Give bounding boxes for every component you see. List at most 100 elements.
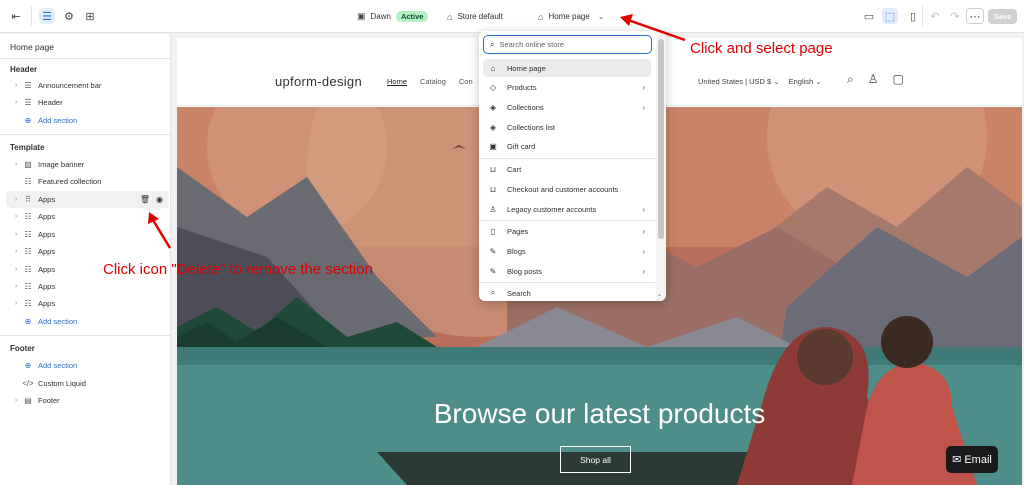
dropdown-item-pages[interactable]: ▯ Pages ›	[483, 222, 651, 240]
chevron-right-icon[interactable]: ›	[10, 231, 22, 238]
sidebar-item-apps[interactable]: › ☷ Apps	[0, 243, 171, 260]
chevron-right-icon: ›	[642, 204, 645, 214]
chevron-right-icon[interactable]: ›	[10, 248, 22, 255]
sidebar-item-announcement-bar[interactable]: › ☰ Announcement bar	[0, 77, 171, 94]
dropdown-item-blog-posts[interactable]: ✎ Blog posts ›	[483, 262, 651, 280]
chevron-right-icon[interactable]: ›	[10, 196, 22, 203]
chevron-right-icon[interactable]: ›	[10, 82, 22, 89]
add-section-button[interactable]: ⊕ Add section	[0, 357, 171, 374]
language-selector[interactable]: English ⌄	[789, 77, 822, 86]
cart-icon[interactable]: ▢	[893, 72, 904, 87]
country-selector[interactable]: United States | USD $ ⌄	[698, 77, 780, 86]
store-nav: Home Catalog Con	[387, 77, 473, 86]
undo-icon[interactable]: ↶	[927, 8, 943, 24]
dropdown-item-checkout[interactable]: ⊔ Checkout and customer accounts	[483, 180, 651, 198]
nav-home[interactable]: Home	[387, 77, 407, 86]
sidebar-item-label: Apps	[38, 230, 56, 239]
search-input[interactable]: ⌕ Search online store	[483, 35, 652, 54]
chevron-right-icon[interactable]: ›	[10, 397, 22, 404]
dropdown-item-collections[interactable]: ◈ Collections ›	[483, 98, 651, 116]
chevron-right-icon[interactable]: ›	[10, 300, 22, 307]
chevron-right-icon[interactable]: ›	[10, 161, 22, 168]
sidebar-item-image-banner[interactable]: › ▨ Image banner	[0, 156, 171, 173]
sidebar-item-featured-collection[interactable]: ☷ Featured collection	[0, 173, 171, 190]
dropdown-item-label: Home page	[507, 63, 546, 73]
save-button[interactable]: Save	[988, 9, 1017, 24]
dropdown-item-blogs[interactable]: ✎ Blogs ›	[483, 242, 651, 260]
chevron-right-icon[interactable]: ›	[10, 213, 22, 220]
mail-icon: ✉	[952, 454, 962, 466]
section-icon: ☰	[24, 81, 32, 90]
nav-contact[interactable]: Con	[459, 77, 473, 86]
sections-icon[interactable]: ☰	[39, 8, 55, 24]
desktop-icon[interactable]: ▭	[861, 8, 877, 24]
apps-icon: ☷	[24, 299, 32, 308]
add-section-button[interactable]: ⊕ Add section	[0, 112, 171, 129]
home-icon: ⌂	[490, 63, 496, 73]
page-dropdown: ⌕ Search online store ⌂ Home page ◇ Produc…	[479, 31, 666, 301]
sidebar-item-apps[interactable]: › ☷ Apps	[0, 226, 171, 243]
blog-icon: ✎	[489, 246, 497, 256]
redo-icon[interactable]: ↷	[947, 8, 963, 24]
eye-icon[interactable]: ◉	[156, 195, 163, 204]
page-selector[interactable]: ⌂ Home page ⌄	[538, 0, 605, 33]
dropdown-item-label: Collections list	[507, 122, 555, 132]
dropdown-item-collections-list[interactable]: ◈ Collections list	[483, 118, 651, 136]
search-icon[interactable]: ⌕	[847, 72, 854, 87]
section-heading-header: Header	[10, 65, 38, 74]
drag-handle-icon[interactable]: ⠿	[22, 195, 34, 204]
sidebar-item-label: Apps	[38, 212, 56, 221]
search-icon: ⌕	[490, 288, 496, 297]
chevron-right-icon[interactable]: ›	[10, 99, 22, 106]
dropdown-item-label: Pages	[507, 226, 529, 236]
nav-catalog[interactable]: Catalog	[420, 77, 446, 86]
dropdown-item-legacy-accounts[interactable]: ♙ Legacy customer accounts ›	[483, 200, 651, 218]
sidebar-item-apps[interactable]: › ☷ Apps	[0, 208, 171, 225]
store-icon: ⌂	[447, 11, 453, 22]
sidebar-item-apps[interactable]: › ☷ Apps	[0, 295, 171, 312]
dropdown-item-label: Blogs	[507, 246, 526, 256]
shop-all-button[interactable]: Shop all	[560, 446, 631, 473]
chevron-right-icon: ›	[642, 226, 645, 236]
dropdown-item-search[interactable]: ⌕ Search	[483, 284, 651, 301]
chevron-down-icon: ⌄	[815, 77, 822, 86]
sidebar-item-label: Apps	[38, 265, 56, 274]
page-icon: ▯	[490, 226, 496, 236]
sidebar-item-custom-liquid[interactable]: </> Custom Liquid	[0, 375, 171, 392]
dropdown-item-gift-card[interactable]: ▣ Gift card	[483, 137, 651, 155]
delete-icon[interactable]: 🗑	[140, 195, 150, 204]
store-brand[interactable]: upform-design	[275, 74, 362, 89]
dropdown-item-home-page[interactable]: ⌂ Home page	[483, 59, 651, 77]
sidebar-item-apps[interactable]: › ⠿ Apps 🗑 ◉	[6, 191, 169, 208]
sidebar-item-footer[interactable]: › ▤ Footer	[0, 392, 171, 409]
language-label: English	[788, 77, 814, 86]
sidebar-item-apps[interactable]: › ☷ Apps	[0, 278, 171, 295]
gear-icon[interactable]: ⚙	[61, 8, 77, 24]
app-blocks-icon[interactable]: ⊞	[82, 8, 98, 24]
sidebar-item-header[interactable]: › ☰ Header	[0, 94, 171, 111]
scroll-down-icon[interactable]: ⌄	[657, 291, 662, 298]
collection-icon: ◈	[489, 102, 497, 112]
sidebar-item-label: Announcement bar	[38, 81, 102, 90]
chevron-right-icon: ›	[642, 246, 645, 256]
mobile-icon[interactable]: ▯	[905, 8, 921, 24]
section-heading-footer: Footer	[10, 344, 35, 353]
account-icon[interactable]: ♙	[868, 72, 879, 87]
gift-card-icon: ▣	[489, 141, 497, 151]
header-icons: ⌕ ♙ ▢	[847, 72, 904, 87]
email-button[interactable]: ✉ Email	[946, 446, 998, 473]
add-section-button[interactable]: ⊕ Add section	[0, 313, 171, 330]
exit-icon[interactable]: ⇤	[8, 8, 24, 24]
dropdown-item-label: Legacy customer accounts	[507, 204, 597, 214]
scrollbar-thumb[interactable]	[658, 39, 664, 239]
more-actions-icon[interactable]: ⋯	[966, 8, 984, 24]
search-icon: ⌕	[490, 39, 495, 49]
dropdown-item-products[interactable]: ◇ Products ›	[483, 78, 651, 96]
inspector-icon[interactable]: ⬚	[882, 8, 898, 24]
store-selector[interactable]: ⌂ Store default	[447, 0, 503, 33]
chevron-right-icon[interactable]: ›	[10, 266, 22, 273]
dropdown-item-cart[interactable]: ⊔ Cart	[483, 160, 651, 178]
chevron-right-icon[interactable]: ›	[10, 283, 22, 290]
dropdown-item-label: Checkout and customer accounts	[507, 184, 619, 194]
theme-info[interactable]: ▣ Dawn Active	[357, 0, 429, 33]
